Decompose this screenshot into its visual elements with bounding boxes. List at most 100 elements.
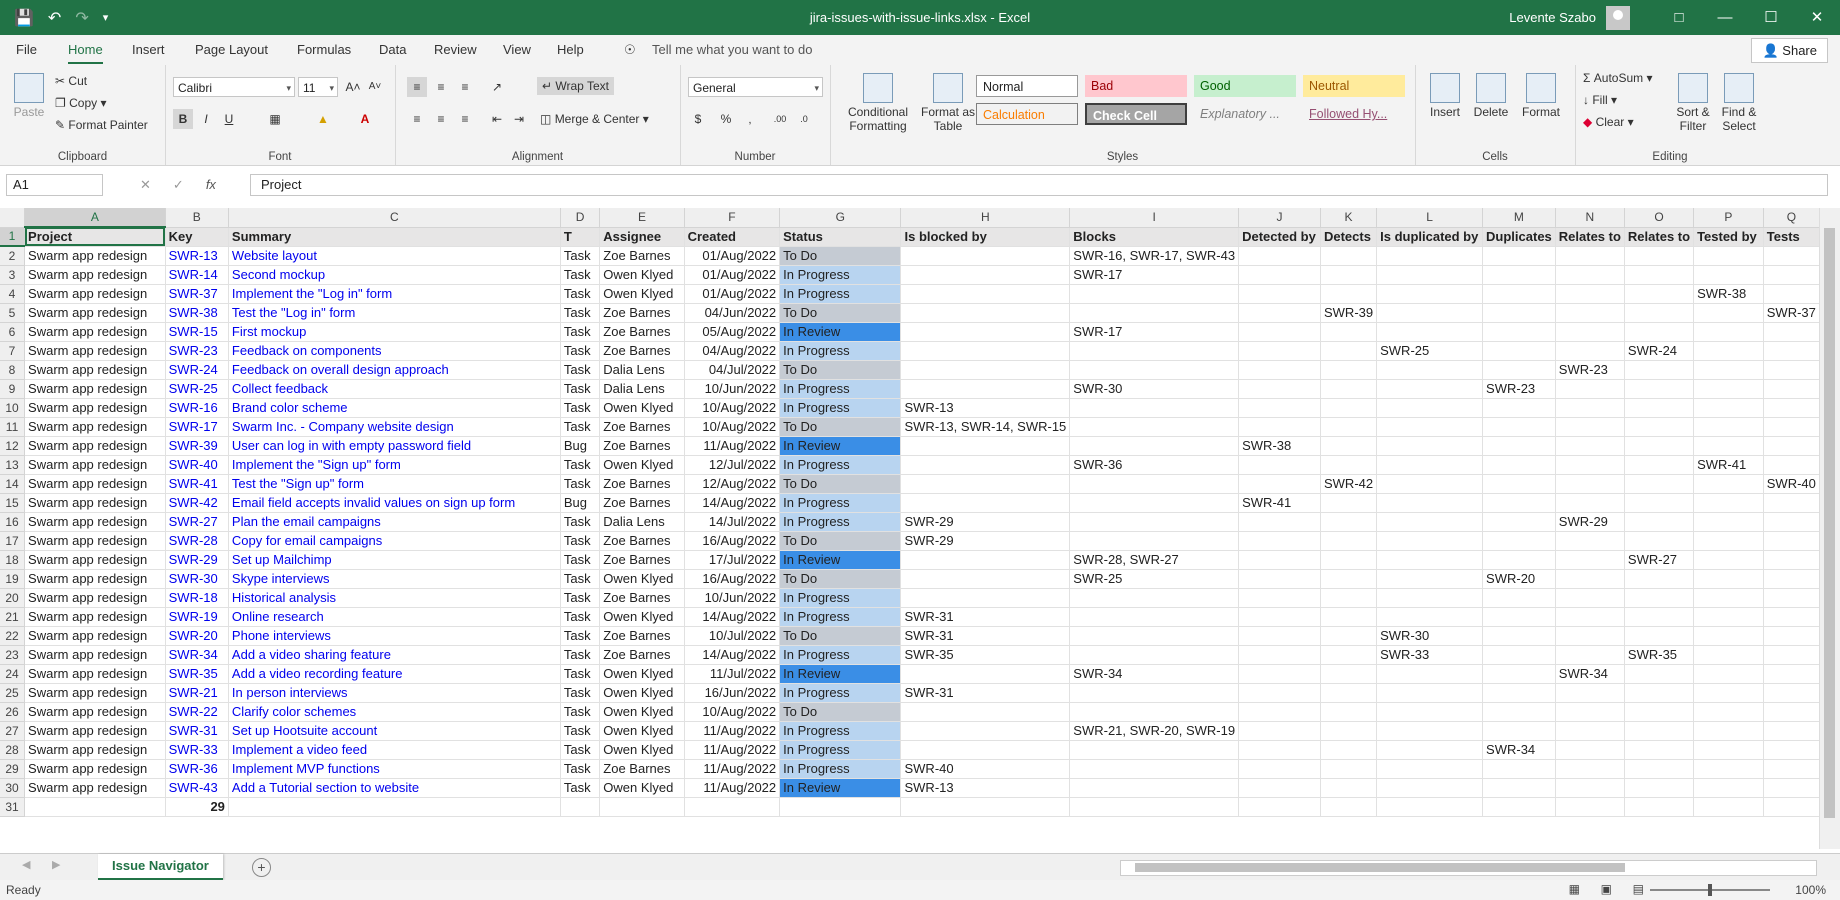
cell[interactable]	[1555, 417, 1625, 437]
cell[interactable]: Task	[560, 721, 601, 741]
font-size-select[interactable]: 11 ▾	[298, 77, 338, 97]
cell[interactable]	[1069, 702, 1240, 722]
cell[interactable]: SWR-31	[900, 626, 1071, 646]
copy-button[interactable]: ❐ Copy ▾	[55, 96, 106, 110]
cell[interactable]: SWR-31	[165, 721, 229, 741]
cell[interactable]: Zoe Barnes	[599, 626, 685, 646]
cell[interactable]: To Do	[779, 702, 902, 722]
underline-icon[interactable]: U	[219, 109, 239, 129]
cell[interactable]: SWR-22	[165, 702, 229, 722]
cell[interactable]	[1320, 360, 1378, 380]
cell[interactable]: Zoe Barnes	[599, 417, 685, 437]
row-header[interactable]: 23	[0, 645, 26, 665]
column-title[interactable]: Relates to	[1555, 227, 1625, 247]
cell[interactable]	[1555, 550, 1625, 570]
cell[interactable]: In Progress	[779, 740, 902, 760]
cell[interactable]	[1693, 246, 1764, 266]
cell[interactable]: In Progress	[779, 683, 902, 703]
cell[interactable]	[1376, 436, 1484, 456]
cell[interactable]	[1238, 740, 1321, 760]
cell[interactable]	[1320, 341, 1378, 361]
column-title[interactable]: Blocks	[1069, 227, 1240, 247]
style-calculation[interactable]: Calculation	[976, 103, 1078, 125]
column-header-m[interactable]: M	[1482, 208, 1556, 228]
cell[interactable]	[1320, 588, 1378, 608]
cell[interactable]: In Progress	[779, 645, 902, 665]
cell[interactable]	[1069, 360, 1240, 380]
prev-sheet-icon[interactable]: ◀	[22, 858, 30, 871]
cell[interactable]	[1693, 664, 1764, 684]
cell[interactable]: In Review	[779, 322, 902, 342]
format-cells-button[interactable]: Format	[1517, 73, 1565, 119]
cell[interactable]	[1238, 607, 1321, 627]
cell[interactable]	[1555, 626, 1625, 646]
cell[interactable]: SWR-35	[165, 664, 229, 684]
formula-input[interactable]: Project	[250, 174, 1828, 196]
cell[interactable]: Swarm app redesign	[24, 493, 166, 513]
cell[interactable]	[1763, 645, 1820, 665]
cell[interactable]: SWR-29	[900, 531, 1071, 551]
horizontal-scroll-thumb[interactable]	[1135, 863, 1625, 872]
column-header-l[interactable]: L	[1376, 208, 1484, 228]
cell[interactable]	[1763, 512, 1820, 532]
cell[interactable]: Test the "Sign up" form	[228, 474, 561, 494]
cell[interactable]	[1693, 398, 1764, 418]
style-bad[interactable]: Bad	[1085, 75, 1187, 97]
cell[interactable]	[1238, 303, 1321, 323]
cell[interactable]: Task	[560, 322, 601, 342]
cell[interactable]: 11/Aug/2022	[684, 436, 781, 456]
cell[interactable]	[1555, 436, 1625, 456]
cell[interactable]: Add a Tutorial section to website	[228, 778, 561, 798]
cell[interactable]	[1693, 796, 1764, 817]
cell[interactable]	[1376, 455, 1484, 475]
name-box[interactable]: A1	[6, 174, 103, 196]
cell[interactable]	[1763, 683, 1820, 703]
cell[interactable]	[1693, 322, 1764, 342]
cell[interactable]	[1555, 569, 1625, 589]
cell[interactable]: Task	[560, 246, 601, 266]
cell[interactable]	[1320, 398, 1378, 418]
cell[interactable]	[1069, 417, 1240, 437]
cell[interactable]: 10/Jun/2022	[684, 379, 781, 399]
cell[interactable]: SWR-17	[1069, 265, 1240, 285]
column-header-q[interactable]: Q	[1763, 208, 1820, 228]
cell[interactable]	[1693, 721, 1764, 741]
cell[interactable]: 01/Aug/2022	[684, 246, 781, 266]
cell[interactable]: SWR-41	[1693, 455, 1764, 475]
cell[interactable]: Task	[560, 474, 601, 494]
row-header[interactable]: 9	[0, 379, 26, 399]
cell[interactable]: Implement a video feed	[228, 740, 561, 760]
cell[interactable]: Task	[560, 702, 601, 722]
cell[interactable]: Zoe Barnes	[599, 303, 685, 323]
cell[interactable]	[900, 265, 1071, 285]
cell[interactable]: SWR-42	[1320, 474, 1378, 494]
cell[interactable]: 01/Aug/2022	[684, 284, 781, 304]
column-title[interactable]: Key	[165, 227, 229, 247]
cell[interactable]: To Do	[779, 531, 902, 551]
cell[interactable]: Historical analysis	[228, 588, 561, 608]
cell[interactable]: SWR-21, SWR-20, SWR-19	[1069, 721, 1240, 741]
vertical-scroll-thumb[interactable]	[1824, 228, 1835, 818]
cell[interactable]: Zoe Barnes	[599, 474, 685, 494]
cell[interactable]: SWR-14	[165, 265, 229, 285]
cell[interactable]	[1624, 512, 1695, 532]
cell[interactable]	[900, 360, 1071, 380]
cell[interactable]	[1555, 588, 1625, 608]
tab-view[interactable]: View	[503, 42, 531, 57]
row-header[interactable]: 17	[0, 531, 26, 551]
cell[interactable]	[684, 796, 781, 817]
style-followed-hyperlink[interactable]: Followed Hy...	[1303, 103, 1405, 125]
cell[interactable]: Task	[560, 455, 601, 475]
cell[interactable]	[599, 796, 685, 817]
cell[interactable]	[900, 702, 1071, 722]
cell[interactable]	[1069, 740, 1240, 760]
cell[interactable]	[1693, 778, 1764, 798]
cell[interactable]: SWR-15	[165, 322, 229, 342]
cell[interactable]	[779, 796, 902, 817]
cell[interactable]: 10/Aug/2022	[684, 398, 781, 418]
cell[interactable]	[1238, 645, 1321, 665]
cell[interactable]: Task	[560, 512, 601, 532]
share-button[interactable]: 👤 Share	[1751, 38, 1828, 63]
cell[interactable]: Zoe Barnes	[599, 531, 685, 551]
cell[interactable]: Swarm app redesign	[24, 341, 166, 361]
